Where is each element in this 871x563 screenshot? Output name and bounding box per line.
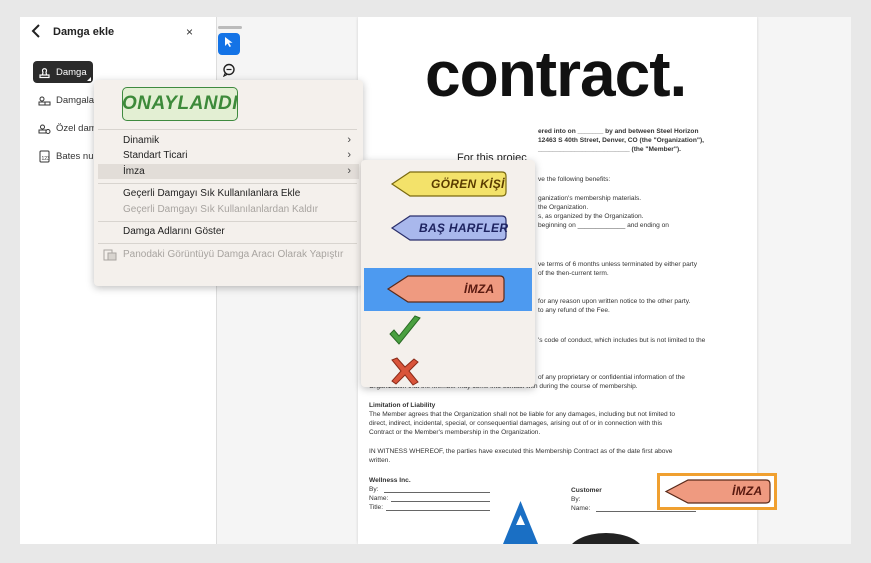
doc-liability-heading: Limitation of Liability [369,402,436,409]
custom-stamp-icon [38,122,51,135]
toolbar-grip[interactable] [218,26,242,29]
menu-item-paste-clipboard: Panodaki Görüntüyü Damga Aracı Olarak Ya… [98,247,359,262]
chevron-right-icon: › [347,149,351,161]
bates-number-icon: 123 [38,150,51,163]
panel-item-label: Damgalar [56,94,98,106]
checkmark-icon [389,315,421,345]
doc-benefit-3: s, as organized by the Organization. [538,213,644,220]
placed-stamp-label: İMZA [732,484,763,498]
doc-sig-right-title: Customer [571,487,602,494]
menu-item-remove-favorite: Geçerli Damgayı Sık Kullanılanlardan Kal… [98,202,359,217]
panel-item-damgalar[interactable]: Damgalar [33,89,103,111]
close-icon[interactable]: × [186,25,193,39]
svg-text:123: 123 [42,156,51,162]
submenu-item-goren-kisi[interactable]: GÖREN KİŞİ [364,162,532,205]
doc-term-4: to any refund of the Fee. [538,307,610,314]
signature-line [386,510,490,511]
menu-separator [98,183,357,184]
placed-imza-stamp[interactable]: İMZA [657,473,777,510]
chevron-right-icon: › [347,165,351,177]
menu-item-label: İmza [123,166,145,177]
panel-item-label: Damga [56,66,87,78]
doc-intro-3: _________________________ (the "Member")… [538,146,681,153]
select-tool-button[interactable] [218,33,240,55]
doc-witness-1: IN WITNESS WHEREOF, the parties have exe… [369,448,673,455]
imza-submenu: GÖREN KİŞİ BAŞ HARFLER İMZA [361,160,535,387]
submenu-item-imza[interactable]: İMZA [364,268,532,311]
doc-intro-2: 12463 S 40th Street, Denver, CO (the "Or… [538,137,705,144]
clipboard-icon [103,248,117,266]
menu-item-label: Geçerli Damgayı Sık Kullanılanlara Ekle [123,188,301,199]
doc-term-1: ve terms of 6 months unless terminated b… [538,261,698,268]
submenu-item-label: BAŞ HARFLER [419,221,509,235]
panel-title: Damga ekle [53,26,115,38]
imza-stamp-shape [386,275,505,303]
doc-liability-2: direct, indirect, incidental, special, o… [369,420,663,427]
doc-sig-right-name: Name: [571,505,591,512]
menu-item-standart-ticari[interactable]: Standart Ticari › [98,148,359,163]
menu-separator [98,243,357,244]
contract-logo: contract. [425,38,687,110]
menu-item-imza[interactable]: İmza › [98,164,359,179]
signature-line [391,501,490,502]
submenu-item-bas-harfler[interactable]: BAŞ HARFLER [364,206,532,249]
app-window: Damga ekle × Damga Damgalar Özel damg 12… [20,17,851,544]
menu-separator [98,221,357,222]
doc-sig-right-by: By: [571,496,581,503]
chevron-right-icon: › [347,134,351,146]
doc-benefit-1: ganization's membership materials. [538,195,642,202]
submenu-item-x-mark[interactable] [364,356,532,399]
doc-liability-1: The Member agrees that the Organization … [369,411,676,418]
stamps-icon [38,94,51,107]
decorative-triangle [503,501,538,544]
current-stamp-preview[interactable]: ONAYLANDI [122,87,238,121]
menu-item-label: Standart Ticari [123,150,188,161]
doc-term-3: for any reason upon written notice to th… [538,298,691,305]
doc-sig-left-by: By: [369,486,379,493]
signature-line [384,492,490,493]
decorative-circle [572,533,640,544]
doc-intro-1: ered into on _______ by and between Stee… [538,128,699,135]
chevron-left-icon[interactable] [31,23,41,43]
menu-item-dinamik[interactable]: Dinamik › [98,133,359,148]
submenu-item-label: İMZA [464,282,495,296]
doc-term-2: of the then-current term. [538,270,609,277]
pointer-icon [224,35,234,53]
stamp-icon [38,66,51,79]
submenu-item-checkmark[interactable] [364,312,532,355]
doc-liability-3: Contract or the Member's membership in t… [369,429,541,436]
doc-benefit-2: the Organization. [538,204,589,211]
doc-conduct: 's code of conduct, which includes but i… [538,337,706,344]
menu-item-label: Damga Adlarını Göster [123,226,225,237]
doc-sig-left-titlefield: Title: [369,504,384,511]
stamp-context-menu: ONAYLANDI Dinamik › Standart Ticari › İm… [94,80,363,286]
doc-benefit-4: beginning on _____________ and ending on [538,222,669,229]
doc-benefits: ve the following benefits: [538,176,611,183]
menu-item-label: Dinamik [123,135,160,146]
doc-sig-left-name: Name: [369,495,389,502]
menu-separator [98,129,357,130]
corner-indicator [86,77,91,81]
doc-witness-2: written. [369,457,391,464]
doc-conf-1: of any proprietary or confidential infor… [538,374,685,381]
menu-item-show-names[interactable]: Damga Adlarını Göster [98,224,359,239]
panel-item-damga[interactable]: Damga [33,61,93,83]
doc-sig-left-title: Wellness Inc. [369,477,411,484]
menu-item-add-favorite[interactable]: Geçerli Damgayı Sık Kullanılanlara Ekle [98,186,359,201]
panel-header: Damga ekle × [20,17,217,49]
submenu-item-label: GÖREN KİŞİ [431,177,505,191]
menu-item-label: Geçerli Damgayı Sık Kullanılanlardan Kal… [123,204,319,215]
comment-icon [222,63,236,82]
menu-item-label: Panodaki Görüntüyü Damga Aracı Olarak Ya… [123,249,344,260]
signature-line [596,511,696,512]
x-mark-icon [391,357,419,386]
